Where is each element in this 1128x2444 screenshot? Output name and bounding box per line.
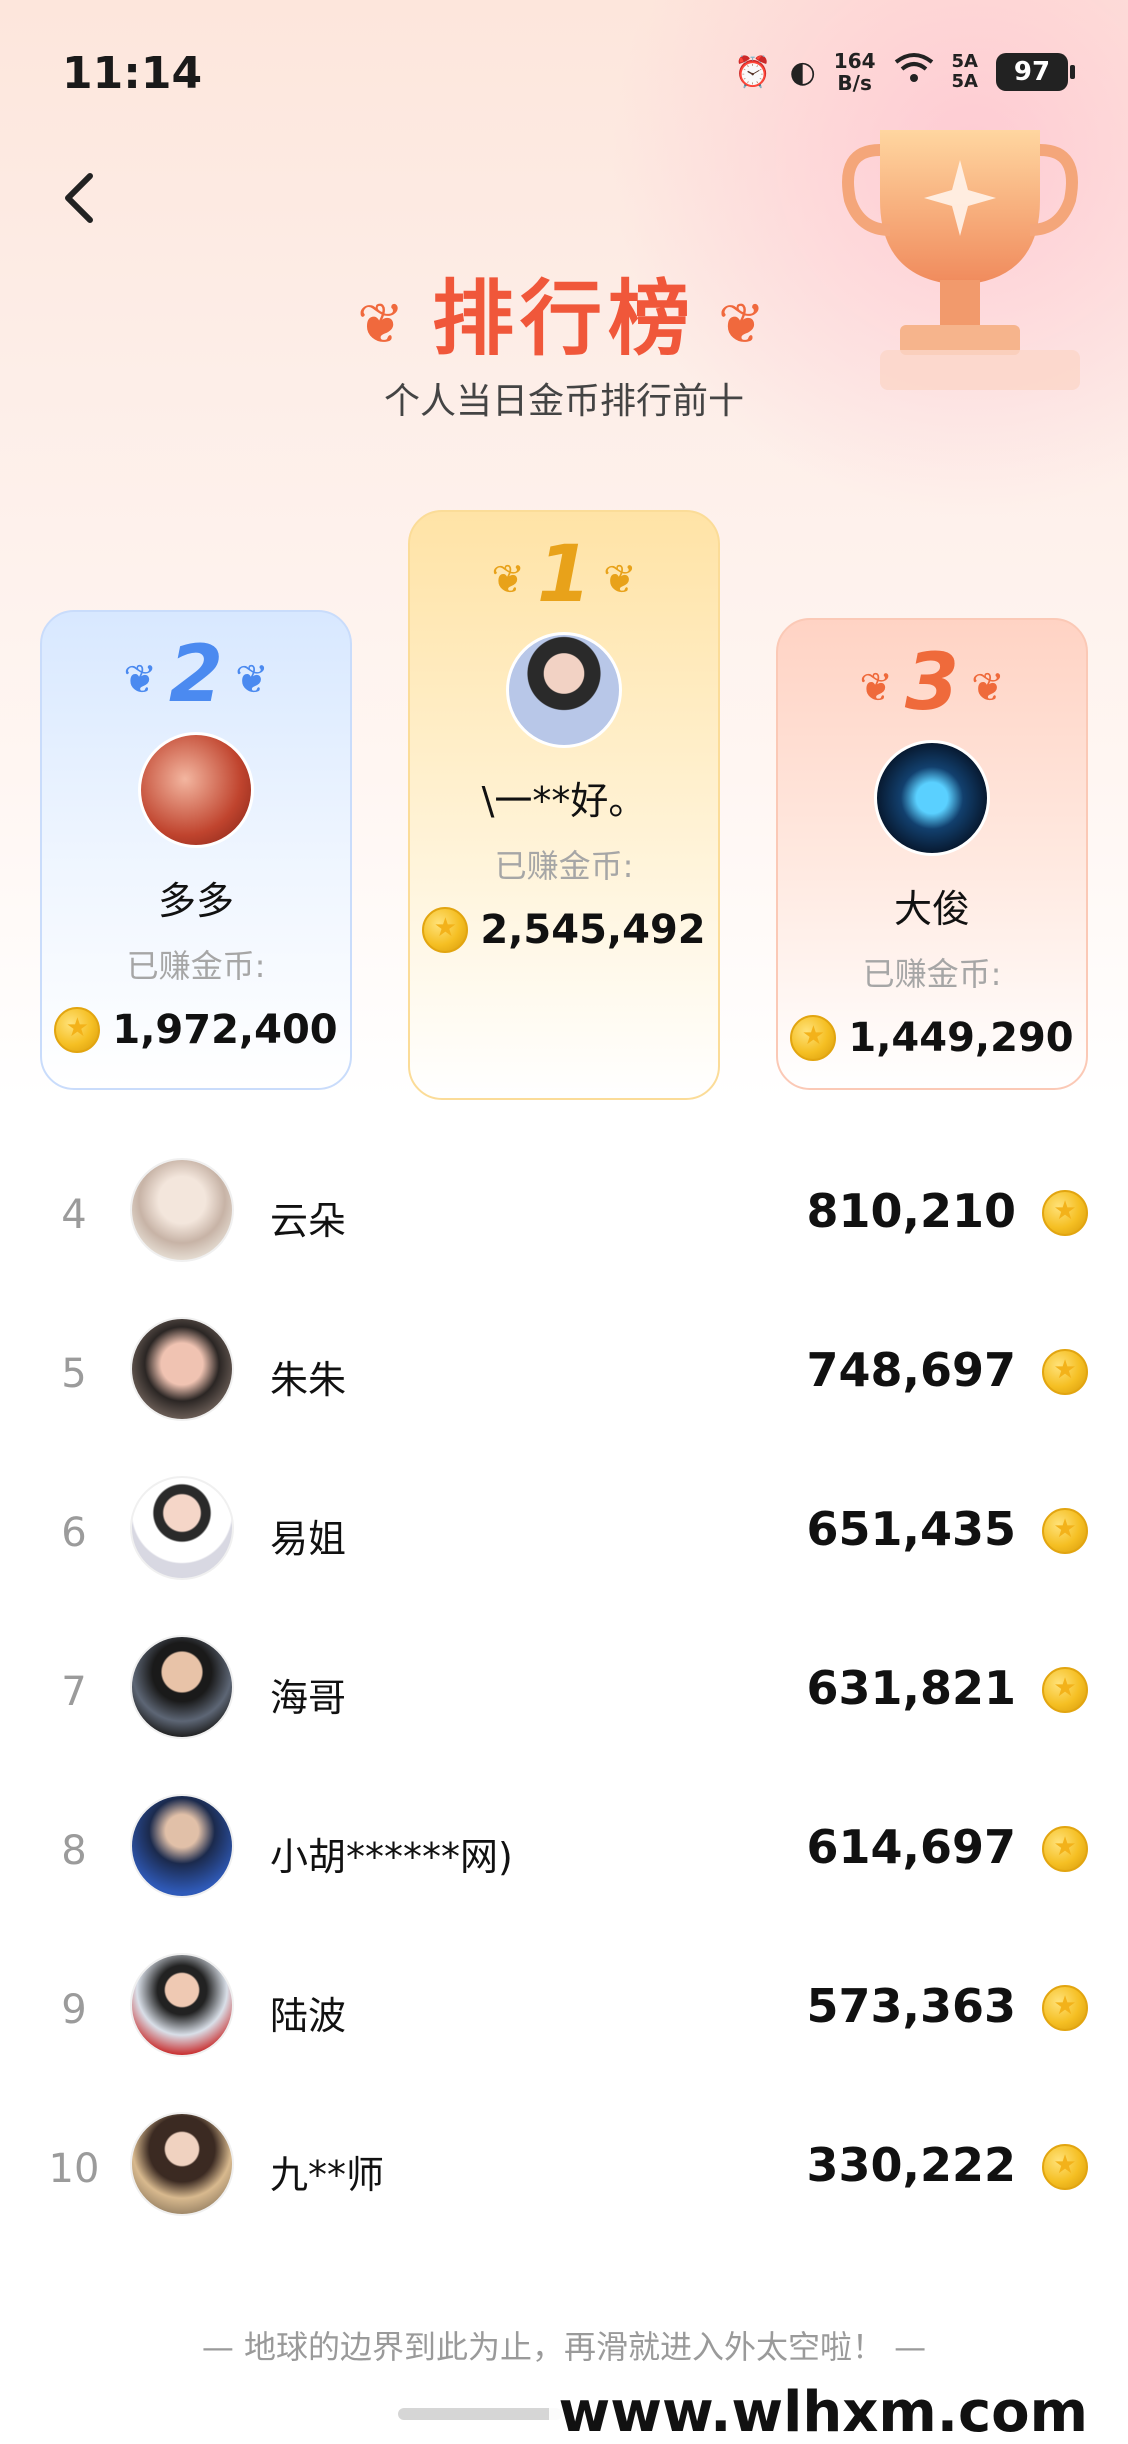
net-speed: 164 B/s (834, 50, 876, 94)
avatar[interactable] (874, 740, 990, 856)
laurel-right-icon: ❦ (235, 656, 269, 703)
home-indicator[interactable] (398, 2408, 562, 2420)
list-name: 易姐 (270, 1517, 347, 1561)
podium-rank-1-number: 1 (536, 530, 592, 620)
earned-label: 已赚金币: (862, 955, 1002, 993)
list-name: 海哥 (270, 1676, 347, 1720)
list-item[interactable]: 8 小胡******网) 614,697 (0, 1776, 1128, 1935)
list-item[interactable]: 6 易姐 651,435 (0, 1458, 1128, 1617)
back-button[interactable] (56, 168, 106, 228)
coin-icon (1042, 1985, 1088, 2031)
podium-rank-1: ❦ 1 ❦ (410, 530, 718, 620)
coin-icon (1042, 1190, 1088, 1236)
coin-icon (422, 907, 469, 953)
list-rank: 7 (61, 1669, 87, 1715)
list-item[interactable]: 4 云朵 810,210 (0, 1140, 1128, 1299)
page-title: ❦ 排行榜 ❦ (0, 252, 1128, 371)
podium-card-1[interactable]: ❦1❦ \一**好。 已赚金币: 2,545,492 (408, 510, 720, 1100)
avatar[interactable] (506, 632, 622, 748)
podium-name: 多多 (157, 879, 234, 923)
net-speed-unit: B/s (837, 71, 872, 95)
back-arrow-icon (65, 173, 93, 223)
podium-rank-2-number: 2 (168, 630, 224, 720)
list-item[interactable]: 9 陆波 573,363 (0, 1935, 1128, 2094)
avatar[interactable] (138, 732, 254, 848)
page-subtitle: 个人当日金币排行前十 (383, 381, 744, 422)
watermark: www.wlhxm.com (548, 2380, 1098, 2444)
avatar[interactable] (130, 1794, 234, 1898)
laurel-right-icon: ❦ (603, 556, 637, 603)
podium-amount: 1,449,290 (778, 1015, 1086, 1061)
avatar[interactable] (130, 1635, 234, 1739)
alarm-icon: ⏰ (734, 54, 772, 90)
battery-icon: 97 (996, 53, 1075, 91)
podium-card-2[interactable]: ❦2❦ 多多 已赚金币: 1,972,400 (40, 610, 352, 1090)
list-item[interactable]: 10 九**师 330,222 (0, 2094, 1128, 2253)
end-of-list-text: — 地球的边界到此为止，再滑就进入外太空啦！ — (201, 2328, 927, 2366)
list-rank: 4 (61, 1192, 87, 1238)
podium-rank-2: ❦ 2 ❦ (42, 630, 350, 720)
avatar[interactable] (130, 1158, 234, 1262)
podium-amount-value: 1,972,400 (112, 1007, 338, 1053)
podium-name: \一**好。 (481, 779, 647, 823)
rank-list: 4 云朵 810,210 5 朱朱 748,697 6 易姐 651,435 7… (0, 1140, 1128, 2253)
laurel-left-icon: ❦ (491, 556, 525, 603)
earned-label: 已赚金币: (126, 947, 266, 985)
avatar[interactable] (130, 1317, 234, 1421)
list-item[interactable]: 5 朱朱 748,697 (0, 1299, 1128, 1458)
list-rank: 5 (61, 1351, 87, 1397)
laurel-left-icon: ❦ (357, 292, 410, 358)
avatar[interactable] (130, 2112, 234, 2216)
signal-1-label: 5A (951, 51, 978, 72)
laurel-left-icon: ❦ (859, 664, 893, 711)
status-time: 11:14 (62, 48, 203, 99)
list-rank: 9 (61, 1987, 87, 2033)
battery-level: 97 (1013, 57, 1051, 87)
list-name: 小胡******网) (270, 1835, 513, 1879)
podium-card-3[interactable]: ❦3❦ 大俊 已赚金币: 1,449,290 (776, 618, 1088, 1090)
list-name: 朱朱 (270, 1358, 347, 1402)
podium-amount-value: 2,545,492 (480, 907, 706, 953)
coin-icon (1042, 1508, 1088, 1554)
coin-icon (1042, 2144, 1088, 2190)
list-amount: 748,697 (806, 1343, 1016, 1397)
laurel-right-icon: ❦ (718, 292, 771, 358)
list-name: 九**师 (270, 2153, 385, 2197)
page-title-text: 排行榜 (431, 272, 696, 367)
laurel-left-icon: ❦ (123, 656, 157, 703)
list-amount: 631,821 (806, 1661, 1016, 1715)
list-amount: 810,210 (806, 1184, 1016, 1238)
net-speed-value: 164 (833, 49, 876, 73)
podium-rank-3-number: 3 (904, 638, 960, 728)
list-rank: 10 (48, 2146, 100, 2192)
avatar[interactable] (130, 1953, 234, 2057)
laurel-right-icon: ❦ (971, 664, 1005, 711)
podium-name: 大俊 (893, 887, 970, 931)
list-amount: 330,222 (806, 2138, 1016, 2192)
list-rank: 8 (61, 1828, 87, 1874)
list-amount: 651,435 (806, 1502, 1016, 1556)
wifi-icon (894, 52, 934, 92)
podium-rank-3: ❦ 3 ❦ (778, 638, 1086, 728)
coin-icon (1042, 1667, 1088, 1713)
signal-2-label: 5A (951, 71, 978, 92)
list-item[interactable]: 7 海哥 631,821 (0, 1617, 1128, 1776)
list-name: 云朵 (270, 1199, 347, 1243)
list-amount: 614,697 (806, 1820, 1016, 1874)
podium-amount-value: 1,449,290 (848, 1015, 1074, 1061)
podium-amount: 2,545,492 (410, 907, 718, 953)
hd-icon: ◐ (789, 54, 816, 90)
earned-label: 已赚金币: (494, 847, 634, 885)
coin-icon (790, 1015, 837, 1061)
coin-icon (1042, 1826, 1088, 1872)
cell-signal: 5A 5A (952, 52, 978, 92)
avatar[interactable] (130, 1476, 234, 1580)
coin-icon (54, 1007, 101, 1053)
list-amount: 573,363 (806, 1979, 1016, 2033)
list-name: 陆波 (270, 1994, 347, 2038)
list-rank: 6 (61, 1510, 87, 1556)
podium-amount: 1,972,400 (42, 1007, 350, 1053)
coin-icon (1042, 1349, 1088, 1395)
status-icons: ⏰ ◐ 164 B/s 5A 5A 97 (734, 50, 1075, 94)
